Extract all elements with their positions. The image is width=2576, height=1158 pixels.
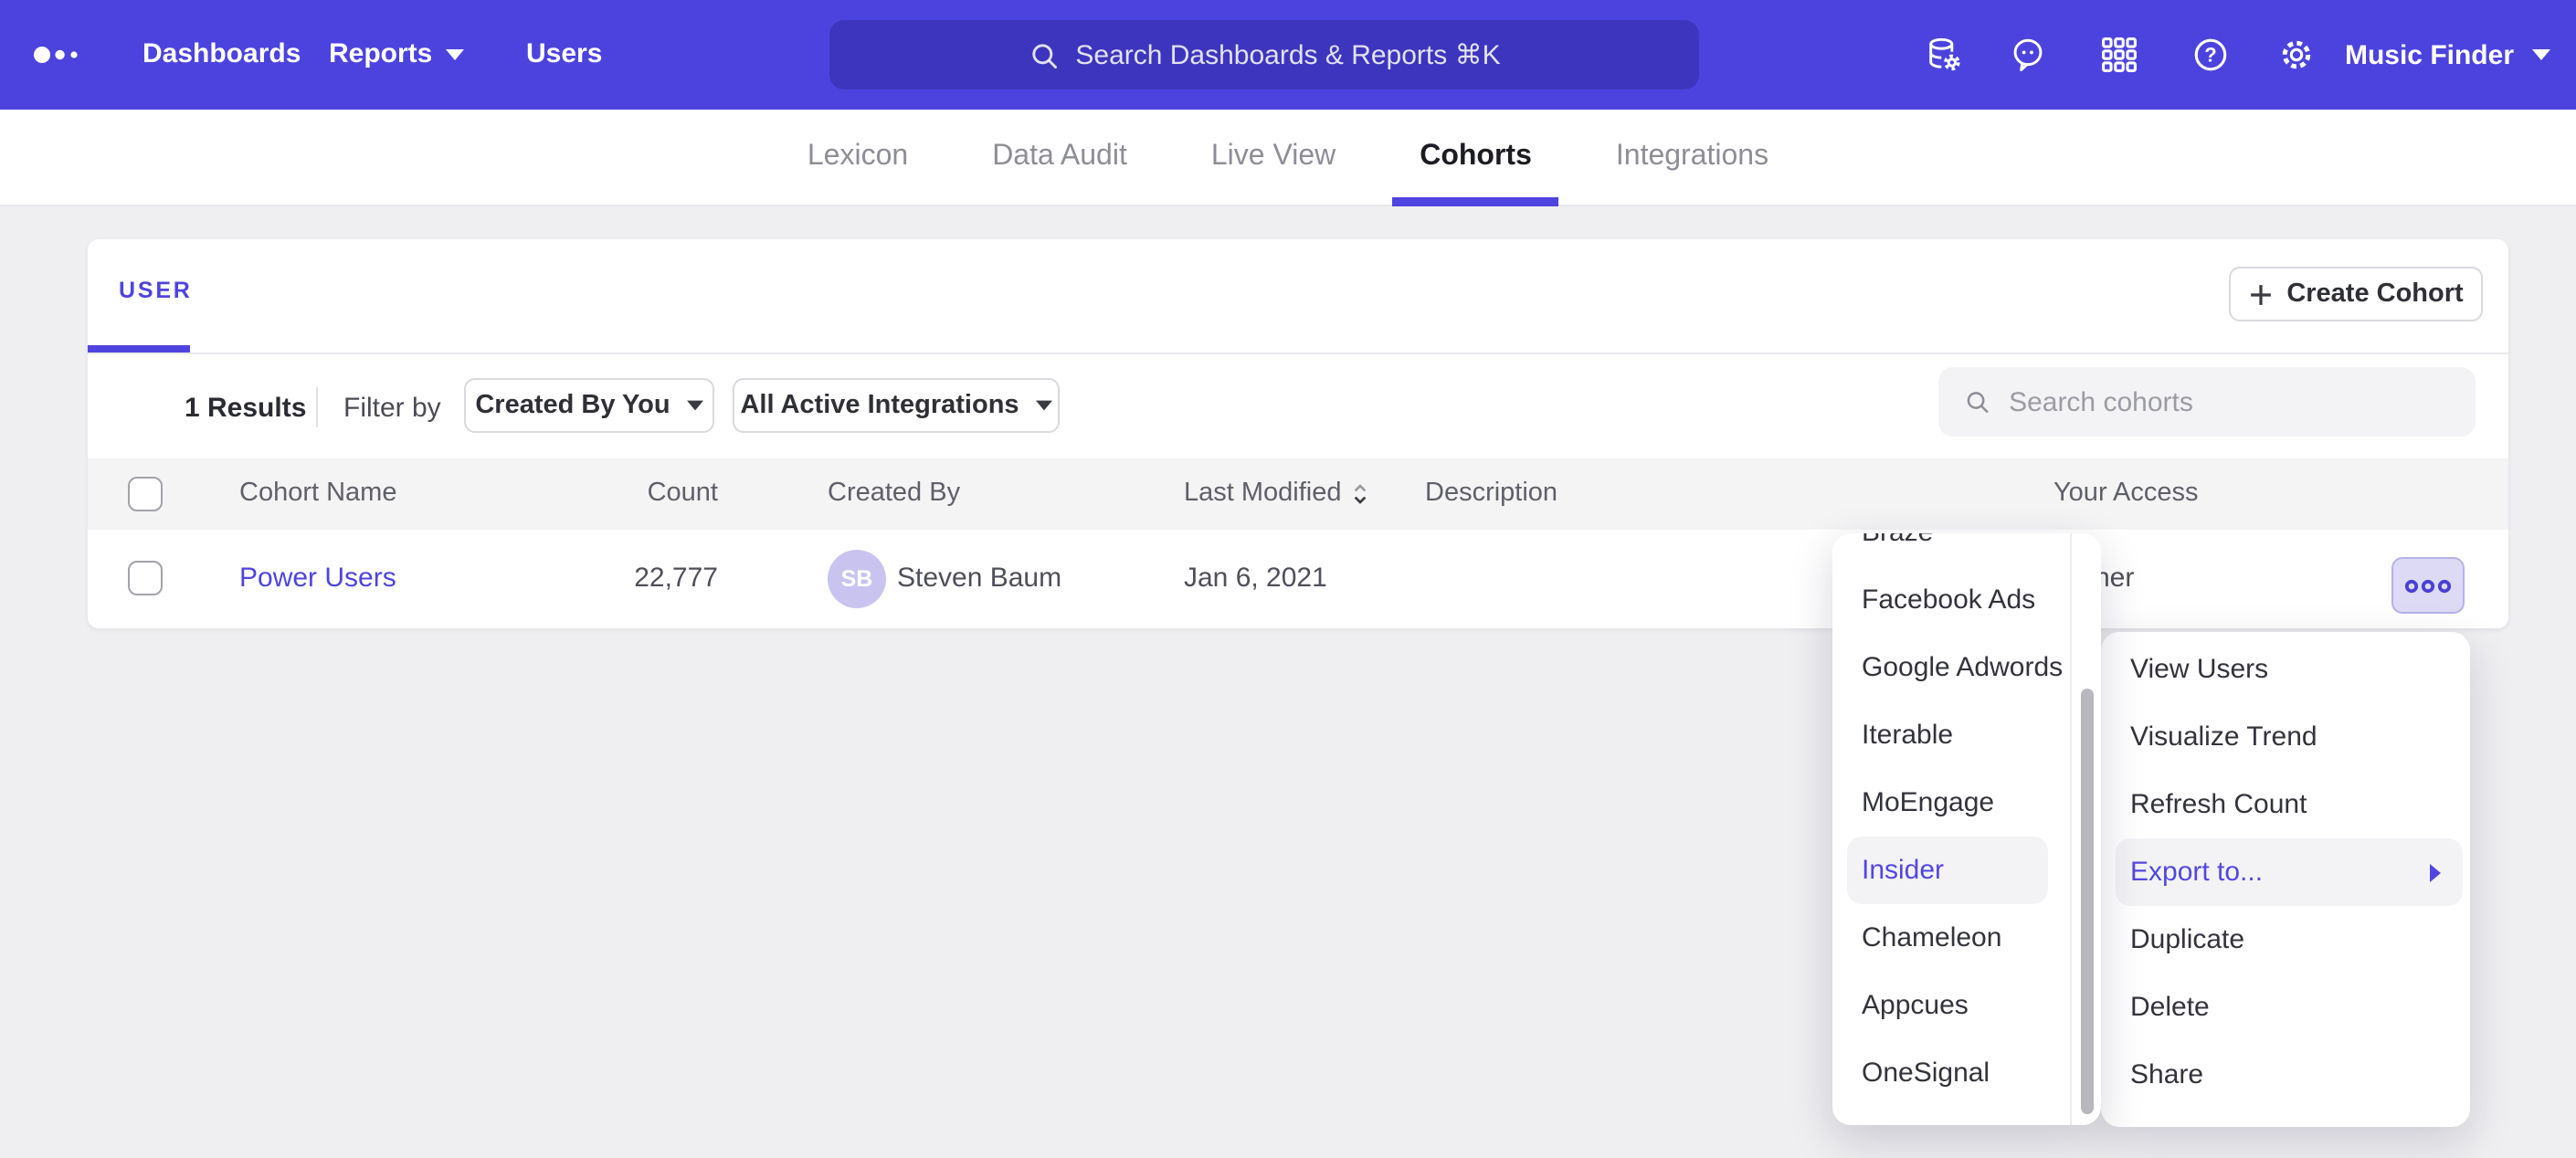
create-cohort-label: Create Cohort (2286, 279, 2463, 309)
filter-by-label: Filter by (343, 393, 441, 424)
submenu-item-onesignal[interactable]: OneSignal (1832, 1039, 2070, 1107)
column-header-cohort-name[interactable]: Cohort Name (239, 479, 396, 508)
submenu-item-insider[interactable]: Insider (1847, 837, 2048, 904)
search-icon (1028, 39, 1059, 70)
menu-item-visualize-trend[interactable]: Visualize Trend (2101, 703, 2470, 771)
table-header: Cohort Name Count Created By Last Modifi… (88, 458, 2508, 530)
export-submenu-list: Braze Facebook Ads Google Adwords Iterab… (1832, 533, 2101, 1107)
apps-grid-icon[interactable] (2099, 35, 2139, 75)
feedback-icon[interactable] (2008, 35, 2048, 75)
svg-text:?: ? (2204, 44, 2216, 67)
row-checkbox[interactable] (128, 561, 163, 595)
data-governance-icon[interactable] (1924, 35, 1964, 75)
results-count: 1 Results (185, 393, 306, 424)
tab-data-audit[interactable]: Data Audit (988, 110, 1131, 206)
submenu-item-appcues[interactable]: Appcues (1832, 972, 2070, 1039)
submenu-scrollbar-thumb[interactable] (2081, 689, 2094, 1114)
chevron-down-icon (1036, 400, 1052, 411)
tab-lexicon[interactable]: Lexicon (804, 110, 912, 206)
top-navigation-bar: Dashboards Reports Users Search Dashboar… (0, 0, 2576, 110)
submenu-item-facebook-ads[interactable]: Facebook Ads (1832, 566, 2070, 634)
cohort-search-box[interactable] (1938, 367, 2476, 437)
menu-item-share[interactable]: Share (2101, 1041, 2470, 1109)
ellipsis-icon (2404, 578, 2452, 593)
cohorts-page: Dashboards Reports Users Search Dashboar… (0, 0, 2576, 1158)
export-submenu: Braze Facebook Ads Google Adwords Iterab… (1832, 533, 2101, 1125)
divider (316, 387, 318, 427)
governance-tabs-bar: Lexicon Data Audit Live View Cohorts Int… (0, 110, 2576, 206)
chevron-down-icon (687, 400, 703, 411)
nav-users[interactable]: Users (526, 0, 602, 110)
submenu-item-iterable[interactable]: Iterable (1832, 701, 2070, 769)
project-name: Music Finder (2345, 39, 2514, 70)
cohort-count: 22,777 (535, 563, 718, 594)
tab-user-cohorts[interactable]: USER (119, 278, 193, 303)
mixpanel-logo-icon[interactable] (33, 40, 88, 69)
column-header-created-by[interactable]: Created By (828, 479, 960, 508)
integrations-filter-label: All Active Integrations (740, 391, 1019, 420)
submenu-item-chameleon[interactable]: Chameleon (1832, 904, 2070, 972)
submenu-item-moengage[interactable]: MoEngage (1832, 769, 2070, 837)
column-header-count[interactable]: Count (535, 479, 718, 508)
search-icon (1964, 387, 1990, 416)
row-actions-menu: View Users Visualize Trend Refresh Count… (2101, 632, 2470, 1127)
select-all-checkbox[interactable] (128, 477, 163, 511)
created-by-filter-dropdown[interactable]: Created By You (464, 378, 714, 433)
create-cohort-button[interactable]: Create Cohort (2229, 267, 2483, 321)
plus-icon (2248, 282, 2272, 306)
nav-users-label: Users (526, 0, 602, 110)
tab-cohorts[interactable]: Cohorts (1416, 110, 1536, 206)
nav-reports[interactable]: Reports (329, 0, 463, 110)
export-to-label: Export to... (2130, 838, 2263, 906)
tab-live-view[interactable]: Live View (1208, 110, 1339, 206)
nav-dashboards-label: Dashboards (143, 0, 301, 110)
settings-gear-icon[interactable] (2276, 35, 2317, 75)
sort-icon (1353, 481, 1369, 505)
column-header-last-modified[interactable]: Last Modified (1184, 479, 1369, 508)
menu-item-view-users[interactable]: View Users (2101, 636, 2470, 703)
global-search-bar[interactable]: Search Dashboards & Reports ⌘K (829, 20, 1699, 89)
menu-item-duplicate[interactable]: Duplicate (2101, 906, 2470, 974)
submenu-scrollbar-track (2070, 533, 2101, 1125)
table-row: Power Users 22,777 SB Steven Baum Jan 6,… (88, 530, 2508, 628)
divider (88, 353, 2508, 354)
tab-integrations[interactable]: Integrations (1612, 110, 1772, 206)
row-actions-button[interactable] (2391, 557, 2465, 614)
project-switcher[interactable]: Music Finder (2345, 0, 2550, 110)
nav-reports-label: Reports (329, 0, 432, 110)
chevron-down-icon (445, 49, 463, 60)
menu-item-delete[interactable]: Delete (2101, 974, 2470, 1041)
submenu-item-braze[interactable]: Braze (1832, 533, 2070, 566)
integrations-filter-dropdown[interactable]: All Active Integrations (733, 378, 1060, 433)
menu-item-refresh-count[interactable]: Refresh Count (2101, 771, 2470, 838)
nav-dashboards[interactable]: Dashboards (143, 0, 301, 110)
submenu-arrow-icon (2430, 863, 2441, 881)
last-modified-label: Last Modified (1184, 479, 1342, 508)
menu-item-export-to[interactable]: Export to... (2116, 838, 2463, 906)
column-header-your-access[interactable]: Your Access (2053, 479, 2199, 508)
created-by-filter-label: Created By You (475, 391, 670, 420)
last-modified-date: Jan 6, 2021 (1184, 563, 1327, 594)
column-header-description[interactable]: Description (1425, 479, 1557, 508)
created-by-name: Steven Baum (897, 563, 1061, 594)
help-icon[interactable]: ? (2191, 35, 2231, 75)
cohort-search-input[interactable] (2009, 386, 2450, 417)
avatar: SB (828, 550, 886, 608)
global-search-placeholder: Search Dashboards & Reports ⌘K (1075, 38, 1500, 71)
submenu-item-google-adwords[interactable]: Google Adwords (1832, 634, 2070, 701)
cohort-name-link[interactable]: Power Users (239, 563, 396, 594)
cohorts-panel: USER Create Cohort 1 Results Filter by C… (88, 239, 2508, 628)
chevron-down-icon (2532, 49, 2550, 60)
